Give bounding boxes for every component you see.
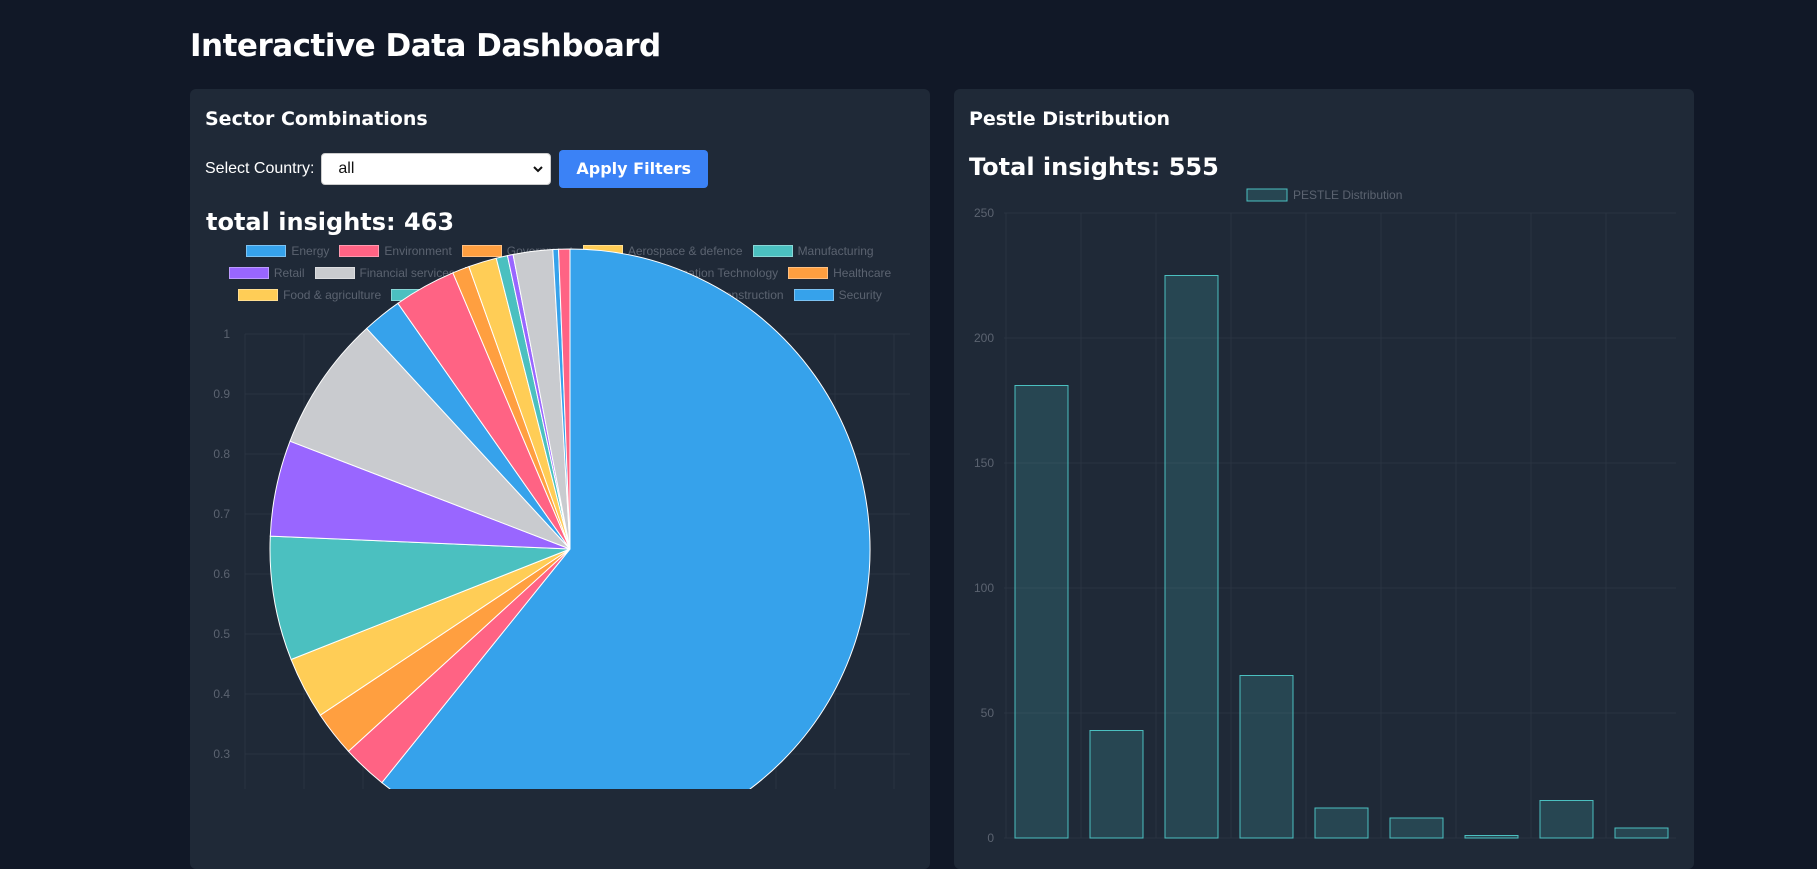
legend-swatch bbox=[1246, 188, 1288, 202]
bar-2[interactable] bbox=[1089, 730, 1144, 839]
y-tick-label: 200 bbox=[974, 331, 994, 345]
bar-3[interactable] bbox=[1164, 275, 1219, 839]
bar-9[interactable] bbox=[1614, 827, 1669, 839]
bar-4[interactable] bbox=[1239, 675, 1294, 839]
y-tick-label: 0.5 bbox=[213, 627, 230, 641]
bar-6[interactable] bbox=[1389, 817, 1444, 839]
bar-1[interactable] bbox=[1014, 385, 1069, 839]
sector-combinations-card: Sector Combinations Select Country: all … bbox=[190, 89, 930, 869]
y-tick-label: 50 bbox=[981, 706, 995, 720]
y-tick-label: 150 bbox=[974, 456, 994, 470]
pestle-distribution-card: Pestle Distribution Total insights: 555 … bbox=[954, 89, 1694, 869]
bar-legend[interactable]: PESTLE Distribution bbox=[1246, 188, 1402, 202]
y-tick-label: 100 bbox=[974, 581, 994, 595]
y-tick-label: 250 bbox=[974, 206, 994, 220]
y-tick-label: 0.9 bbox=[213, 387, 230, 401]
bar-8[interactable] bbox=[1539, 800, 1594, 839]
y-tick-label: 0.6 bbox=[213, 567, 230, 581]
sector-pie-chart: 10.90.80.70.60.50.40.30.2 bbox=[213, 248, 910, 789]
y-tick-label: 1 bbox=[223, 327, 230, 341]
bar-5[interactable] bbox=[1314, 807, 1369, 839]
y-tick-label: 0.3 bbox=[213, 747, 230, 761]
legend-label: PESTLE Distribution bbox=[1293, 188, 1402, 202]
y-tick-label: 0.8 bbox=[213, 447, 230, 461]
pestle-bar-chart: PESTLE Distribution 250 200 150 100 50 0 bbox=[974, 188, 1676, 845]
bar-7[interactable] bbox=[1464, 835, 1519, 839]
y-tick-label: 0.7 bbox=[213, 507, 230, 521]
page-title: Interactive Data Dashboard bbox=[190, 28, 661, 64]
y-tick-label: 0 bbox=[987, 831, 994, 845]
y-tick-label: 0.4 bbox=[213, 687, 230, 701]
